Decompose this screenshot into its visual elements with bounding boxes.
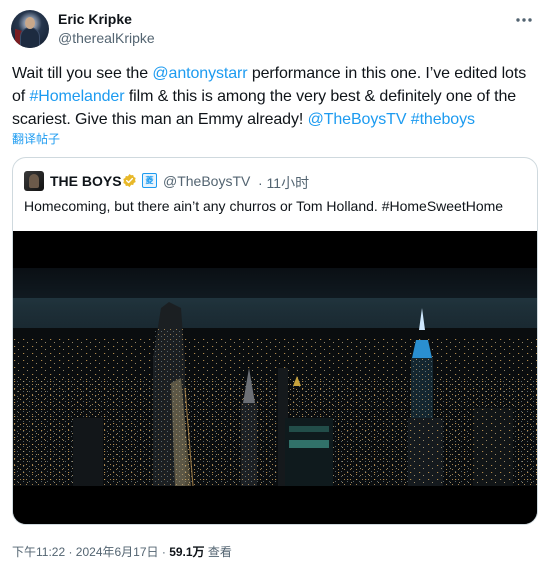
- hashtag-link[interactable]: #Homelander: [30, 88, 125, 105]
- quoted-author-name[interactable]: THE BOYS: [50, 173, 122, 189]
- quoted-author-avatar[interactable]: [24, 171, 44, 191]
- author-name[interactable]: Eric Kripke: [58, 11, 132, 27]
- more-options-button[interactable]: [512, 9, 536, 31]
- tweet-header: Eric Kripke @therealKripke: [0, 0, 550, 60]
- quoted-author-handle[interactable]: @TheBoysTV: [163, 173, 250, 189]
- author-handle[interactable]: @therealKripke: [58, 30, 155, 46]
- avatar-body: [20, 27, 40, 48]
- quoted-timestamp[interactable]: · 11小时: [258, 173, 309, 193]
- post-timestamp[interactable]: 下午11:22 · 2024年6月17日 ·: [12, 545, 169, 559]
- hashtag-link[interactable]: #theboys: [411, 111, 475, 128]
- views-label[interactable]: 查看: [205, 545, 232, 559]
- quoted-tweet-text: Homecoming, but there ain’t any churros …: [24, 198, 504, 214]
- translate-post-link[interactable]: 翻译帖子: [12, 130, 60, 147]
- tweet-meta: 下午11:22 · 2024年6月17日 · 59.1万 查看: [12, 543, 232, 560]
- mention-link[interactable]: @antonystarr: [152, 65, 247, 82]
- letterbox-top: [13, 231, 537, 268]
- letterbox-bottom: [13, 486, 537, 524]
- city-night-skyline-image: [13, 268, 537, 486]
- affiliate-badge-icon: 菱: [142, 173, 157, 188]
- views-count: 59.1万: [169, 545, 205, 559]
- tweet-text: Wait till you see the @antonystarr perfo…: [12, 62, 542, 131]
- mention-link[interactable]: @TheBoysTV: [308, 111, 407, 128]
- quoted-video-media[interactable]: [13, 231, 537, 524]
- avatar-head: [25, 17, 35, 29]
- verified-badge-icon: [123, 173, 136, 188]
- tweet-text-segment: Wait till you see the: [12, 65, 153, 82]
- author-avatar[interactable]: [11, 10, 49, 48]
- more-horizontal-icon: [516, 18, 532, 22]
- quoted-tweet-card[interactable]: THE BOYS 菱 @TheBoysTV · 11小时 Homecoming,…: [12, 157, 538, 525]
